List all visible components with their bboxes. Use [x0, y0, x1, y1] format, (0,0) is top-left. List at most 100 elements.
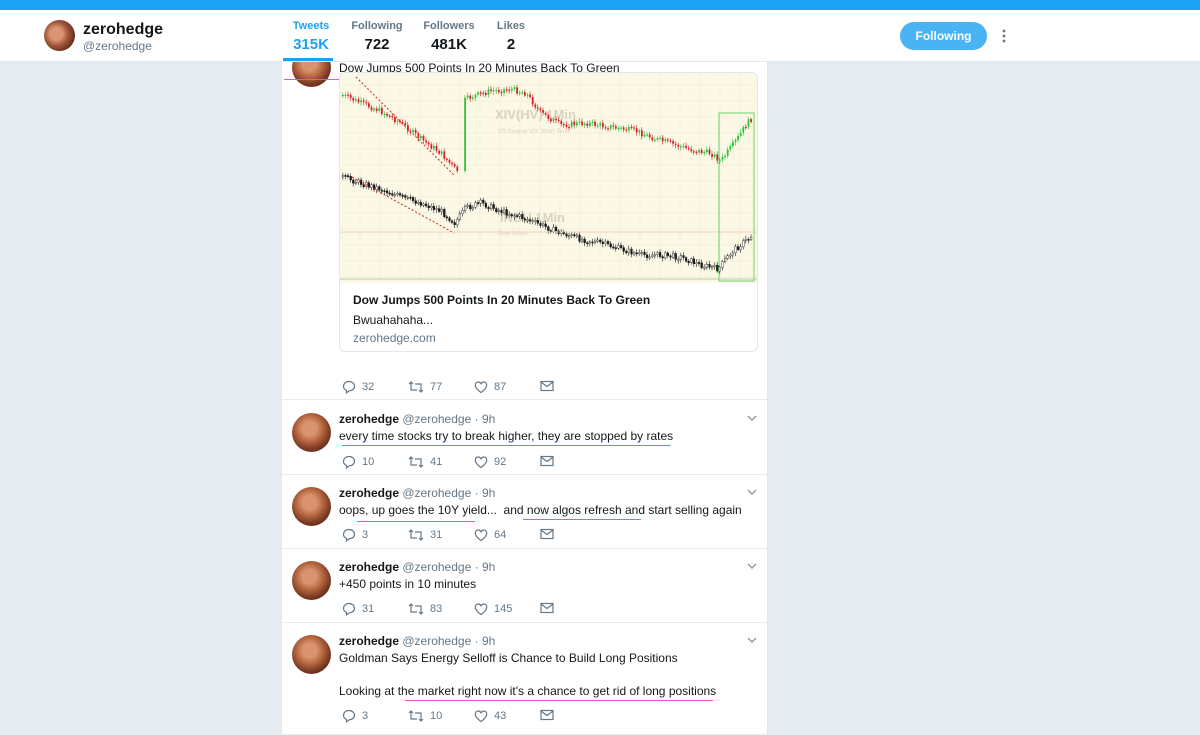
top-chart-candle	[578, 121, 581, 123]
tweet-author-handle[interactable]: @zerohedge	[402, 412, 471, 426]
bottom-chart-candle	[341, 175, 344, 178]
like-button[interactable]: 64	[474, 528, 506, 542]
tweet[interactable]: zerohedge @zerohedge · 9h every time sto…	[282, 401, 767, 475]
tweet-avatar[interactable]	[292, 635, 331, 674]
more-options-icon[interactable]	[998, 28, 1010, 46]
bottom-chart-candle	[419, 202, 422, 206]
reply-button[interactable]: 31	[342, 602, 374, 616]
annotation-underline	[405, 700, 713, 701]
tweet-timestamp[interactable]: · 9h	[475, 634, 496, 648]
stat-followers[interactable]: Followers 481K	[422, 20, 476, 53]
tweet-header: zerohedge @zerohedge · 9h	[339, 412, 495, 426]
top-chart-candle	[456, 166, 459, 171]
chevron-down-icon[interactable]	[747, 489, 757, 499]
tweet-timestamp[interactable]: · 9h	[475, 560, 496, 574]
chevron-down-icon[interactable]	[747, 637, 757, 647]
tweet-avatar[interactable]	[292, 487, 331, 526]
top-chart-candle	[417, 133, 420, 139]
bottom-chart-candle	[435, 208, 438, 211]
bottom-chart-candle	[690, 258, 693, 263]
bottom-chart-candle	[711, 266, 714, 269]
envelope-icon	[540, 380, 554, 392]
tweet-avatar[interactable]	[292, 413, 331, 452]
top-chart-candle	[433, 146, 435, 149]
tweet[interactable]: zerohedge @zerohedge · 9h oops, up goes …	[282, 475, 767, 549]
top-chart-candle	[667, 139, 669, 141]
bottom-chart-candle	[406, 196, 409, 199]
direct-message-button[interactable]	[540, 709, 554, 721]
tweet-avatar[interactable]	[292, 62, 331, 87]
top-chart-candle	[378, 107, 381, 111]
profile-handle[interactable]: @zerohedge	[83, 39, 152, 53]
top-chart-candle	[594, 121, 596, 126]
bottom-chart-candle	[607, 241, 610, 244]
top-chart-candle	[425, 140, 427, 143]
retweet-button[interactable]: 41	[408, 455, 442, 469]
tweet[interactable]: zerohedge @zerohedge · 9h Goldman Says E…	[282, 623, 767, 735]
card-url[interactable]: zerohedge.com	[353, 331, 436, 345]
top-chart-candle	[654, 139, 656, 141]
bottom-chart-candle	[352, 179, 355, 184]
stat-following[interactable]: Following 722	[351, 20, 403, 53]
retweet-count: 77	[430, 381, 443, 393]
bottom-chart-candle	[437, 208, 441, 212]
retweet-icon	[408, 603, 424, 615]
retweet-button[interactable]: 83	[408, 602, 442, 616]
reply-button[interactable]: 3	[342, 528, 368, 542]
bottom-chart-candle	[677, 258, 680, 261]
link-card[interactable]: XIV(HV) 1Min VS Inverse VIX Short Term I…	[339, 72, 758, 352]
tweet[interactable]: zerohedge @zerohedge · 9h +450 points in…	[282, 549, 767, 623]
bottom-chart-candle	[414, 200, 417, 204]
tweet[interactable]: Dow Jumps 500 Points In 20 Minutes Back …	[282, 62, 767, 400]
profile-name[interactable]: zerohedge	[83, 21, 163, 39]
retweet-count: 83	[430, 603, 443, 615]
reply-button[interactable]: 10	[342, 455, 374, 469]
top-chart-candle	[412, 129, 414, 133]
following-button[interactable]: Following	[900, 22, 987, 50]
tweet-author-name[interactable]: zerohedge	[339, 560, 399, 574]
retweet-icon	[408, 529, 424, 541]
retweet-button[interactable]: 10	[408, 709, 442, 723]
top-chart-candle	[682, 145, 685, 148]
profile-avatar[interactable]	[44, 20, 75, 51]
chevron-down-icon[interactable]	[747, 563, 757, 573]
direct-message-button[interactable]	[540, 455, 554, 467]
reply-button[interactable]: 32	[342, 380, 374, 394]
tweet-author-handle[interactable]: @zerohedge	[402, 486, 471, 500]
top-chart-candle	[518, 92, 521, 94]
bottom-chart-candle	[346, 175, 350, 177]
like-button[interactable]: 145	[474, 602, 512, 616]
tweet-author-name[interactable]: zerohedge	[339, 634, 399, 648]
direct-message-button[interactable]	[540, 528, 554, 540]
bottom-chart-candle	[474, 202, 477, 208]
top-chart-candle	[596, 125, 599, 127]
like-button[interactable]: 43	[474, 709, 506, 723]
bottom-chart-candle	[380, 189, 383, 192]
tweet-timestamp[interactable]: · 9h	[475, 412, 496, 426]
top-chart-candle	[427, 142, 430, 145]
tweet-avatar[interactable]	[292, 561, 331, 600]
tweet-author-handle[interactable]: @zerohedge	[402, 560, 471, 574]
like-button[interactable]: 87	[474, 380, 506, 394]
direct-message-button[interactable]	[540, 380, 554, 392]
tweet-timestamp[interactable]: · 9h	[475, 486, 496, 500]
chevron-down-icon[interactable]	[747, 415, 757, 425]
retweet-button[interactable]: 31	[408, 528, 442, 542]
reply-button[interactable]: 3	[342, 709, 368, 723]
like-count: 64	[494, 529, 507, 541]
bottom-chart-candle	[666, 252, 669, 256]
top-chart-candle	[394, 117, 396, 123]
tweet-author-name[interactable]: zerohedge	[339, 486, 399, 500]
tweet-author-handle[interactable]: @zerohedge	[402, 634, 471, 648]
like-button[interactable]: 92	[474, 455, 506, 469]
bottom-chart-candle	[554, 226, 558, 232]
retweet-button[interactable]: 77	[408, 380, 442, 394]
direct-message-button[interactable]	[540, 602, 554, 614]
top-chart-candle	[552, 118, 555, 122]
stat-likes[interactable]: Likes 2	[496, 20, 526, 53]
bottom-chart-candle	[487, 207, 490, 210]
stat-tweets[interactable]: Tweets 315K	[290, 20, 332, 53]
tweet-header: zerohedge @zerohedge · 9h	[339, 634, 495, 648]
bottom-chart-candle	[627, 248, 630, 254]
tweet-author-name[interactable]: zerohedge	[339, 412, 399, 426]
